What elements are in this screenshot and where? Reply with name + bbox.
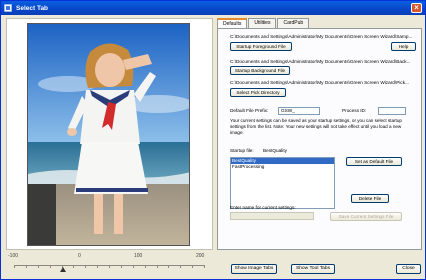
slider-ticks xyxy=(14,266,205,269)
settings-name-field[interactable] xyxy=(230,212,314,220)
process-id-field[interactable] xyxy=(378,107,406,115)
select-tab-window: Select Tab × -100 0 100 200 Defaults Uti… xyxy=(0,0,426,280)
settings-listbox[interactable]: BestQuality FastProcessing xyxy=(230,157,335,209)
select-pick-directory-button[interactable]: Select Pick Directory xyxy=(230,88,286,97)
help-button[interactable]: Help xyxy=(391,42,416,51)
foreground-path: C:\Documents and Settings\Administrator\… xyxy=(230,34,413,39)
save-settings-button[interactable]: Save Current Settings File xyxy=(330,212,402,221)
slider-label-100: 100 xyxy=(134,253,143,259)
startup-file-value: BestQuality xyxy=(263,148,287,153)
settings-note: Your current settings can be saved as yo… xyxy=(230,118,402,135)
tab-cardpub[interactable]: CardPub xyxy=(277,18,310,28)
window-title: Select Tab xyxy=(16,4,49,12)
show-tool-tabs-button[interactable]: Show Tool Tabs xyxy=(291,264,335,274)
close-icon[interactable]: × xyxy=(411,3,422,13)
file-prefix-label: Default File Prefix: xyxy=(230,108,269,113)
pick-path: C:\Documents and Settings\Administrator\… xyxy=(230,80,409,85)
file-prefix-field[interactable]: GSW_ xyxy=(278,107,320,115)
image-preview-panel xyxy=(6,18,213,250)
set-default-file-button[interactable]: Set as Default File xyxy=(346,157,402,166)
defaults-tab-panel: C:\Documents and Settings\Administrator\… xyxy=(217,28,422,250)
slider-thumb[interactable] xyxy=(60,267,66,272)
startup-file-label: Startup file: xyxy=(230,148,254,153)
process-id-label: Process ID: xyxy=(342,108,367,113)
show-image-tabs-button[interactable]: Show Image Tabs xyxy=(231,264,277,274)
app-icon xyxy=(4,4,12,12)
startup-foreground-button[interactable]: Startup Foreground File xyxy=(230,42,292,51)
list-item[interactable]: FastProcessing xyxy=(231,164,334,170)
slider-label-zero: 0 xyxy=(78,253,81,259)
background-path: C:\Documents and Settings\Administrator\… xyxy=(230,59,411,64)
tab-strip: Defaults Utilities CardPub xyxy=(217,18,422,29)
preview-photo xyxy=(27,23,190,246)
tab-utilities[interactable]: Utilities xyxy=(248,18,277,28)
close-button[interactable]: Close xyxy=(396,264,421,274)
title-bar[interactable]: Select Tab × xyxy=(1,1,425,15)
enter-name-label: Enter name for current settings: xyxy=(230,205,296,210)
delete-file-button[interactable]: Delete File xyxy=(351,194,389,203)
startup-background-button[interactable]: Startup Background File xyxy=(230,66,290,75)
adjust-slider[interactable]: -100 0 100 200 xyxy=(6,251,213,276)
slider-label-max: 200 xyxy=(196,253,205,259)
slider-label-min: -100 xyxy=(8,253,19,259)
